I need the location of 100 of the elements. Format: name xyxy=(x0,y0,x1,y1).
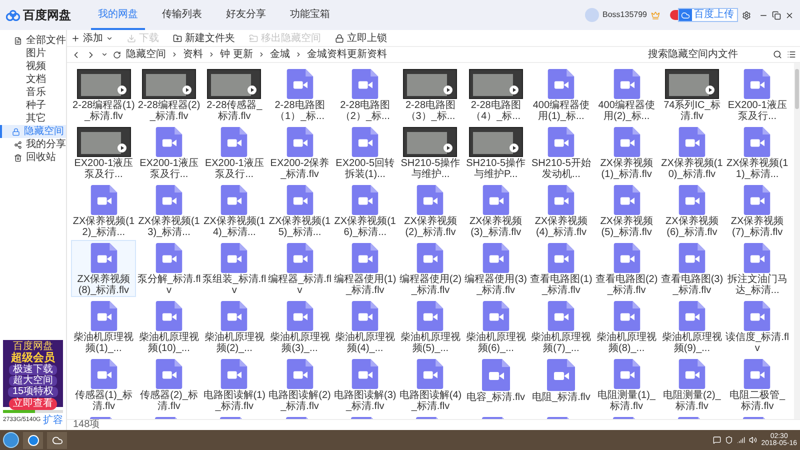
file-item[interactable]: ZX保养视频(16)_标清... xyxy=(332,182,398,239)
start-orb-icon[interactable] xyxy=(3,432,19,448)
file-item[interactable]: 74系列IC_标清.flv xyxy=(659,66,725,123)
volume-icon[interactable] xyxy=(749,436,758,444)
search-field[interactable]: 搜索隐藏空间内文件 xyxy=(648,47,768,62)
file-item[interactable]: SH210-5开始发动机... xyxy=(528,124,594,181)
file-item[interactable]: ZX保养视频(10)_标清.flv xyxy=(659,124,725,181)
file-item[interactable]: SH210-5操作与维护P... xyxy=(463,124,529,181)
nav-tab[interactable]: 好友分享 xyxy=(219,0,273,30)
file-item[interactable]: 2-28编程器(2)_标清.flv xyxy=(136,66,202,123)
sidebar-item[interactable]: 文档 xyxy=(0,73,66,86)
file-item[interactable]: 传感器(2)_标清.flv xyxy=(136,356,202,413)
taskbar-app-icon[interactable] xyxy=(47,432,67,448)
file-item[interactable]: 编程器使用(1)_标清.flv xyxy=(332,240,398,297)
file-item[interactable]: ZX保养视频(7)_标清.flv xyxy=(724,182,790,239)
file-item[interactable]: EX200-5回转拆装(1)... xyxy=(332,124,398,181)
expand-link[interactable]: 扩容 xyxy=(43,413,63,428)
refresh-icon[interactable] xyxy=(113,50,121,58)
file-item[interactable]: EX200-1液压泵及行... xyxy=(202,124,268,181)
file-item[interactable]: 电容_标清.flv xyxy=(463,356,529,413)
file-item[interactable]: ZX保养视频(12)_标清... xyxy=(71,182,136,239)
restore-icon[interactable] xyxy=(772,10,781,20)
file-item[interactable]: ZX保养视频(6)_标清.flv xyxy=(659,182,725,239)
toolbar-button[interactable]: 立即上锁 xyxy=(335,30,387,46)
file-item[interactable]: 查看电路图(3)_标清.flv xyxy=(659,240,725,297)
file-item[interactable]: 电路图读解(1)_标清.flv xyxy=(202,356,268,413)
file-item[interactable]: 查看电路图(1)_标清.flv xyxy=(528,240,594,297)
file-item[interactable]: 电路图读解(3)_标清.flv xyxy=(332,356,398,413)
file-item[interactable]: EX200-1液压泵及行... xyxy=(724,66,790,123)
file-item[interactable]: 2-28电路图（4）_标... xyxy=(463,66,529,123)
signal-icon[interactable] xyxy=(737,436,746,444)
file-item[interactable]: ZX保养视频(5)_标清.flv xyxy=(594,182,660,239)
file-item[interactable]: 2-28电路图（2）_标... xyxy=(332,66,398,123)
toolbar-button[interactable]: 添加 xyxy=(71,30,113,46)
sidebar-item[interactable]: 隐藏空间 xyxy=(0,125,66,138)
ad-banner[interactable]: 百度网盘 超级会员 极速下载 超大空间 15项特权 立即查看 xyxy=(3,340,63,407)
breadcrumb-link[interactable]: 金城 xyxy=(270,47,290,62)
file-item[interactable]: 传感器(1)_标清.flv xyxy=(71,356,136,413)
file-item[interactable]: ZX保养视频(1)_标清.flv xyxy=(594,124,660,181)
file-item[interactable]: 柴油机原理视频(8)_... xyxy=(594,298,660,355)
file-item[interactable]: EX200-1液压泵及行... xyxy=(136,124,202,181)
settings-icon[interactable] xyxy=(742,10,751,20)
file-item[interactable]: 编程器使用(3)_标清.flv xyxy=(463,240,529,297)
file-item[interactable]: 柴油机原理视频(10)_... xyxy=(136,298,202,355)
list-view-icon[interactable] xyxy=(787,50,796,59)
file-item[interactable]: ZX保养视频(3)_标清.flv xyxy=(463,182,529,239)
file-item[interactable]: 400编程器使用(2)_标... xyxy=(594,66,660,123)
file-item[interactable]: 柴油机原理视频(4)_... xyxy=(332,298,398,355)
file-item[interactable]: EX200-2保养_标清.flv xyxy=(267,124,332,181)
file-item[interactable]: 柴油机原理视频(7)_... xyxy=(528,298,594,355)
file-item[interactable]: 拆注文油门马达_标清... xyxy=(724,240,790,297)
file-item[interactable]: 电阻_标清.flv xyxy=(528,356,594,413)
file-item[interactable]: 柴油机原理视频(5)_... xyxy=(398,298,464,355)
file-item[interactable]: 查看电路图(2)_标清.flv xyxy=(594,240,660,297)
sidebar-item[interactable]: 音乐 xyxy=(0,86,66,99)
file-item[interactable]: 电路图读解(2)_标清.flv xyxy=(267,356,332,413)
taskbar-app-icon[interactable] xyxy=(23,432,43,448)
member-pill[interactable] xyxy=(670,10,678,20)
sidebar-item[interactable]: 图片 xyxy=(0,47,66,60)
file-item[interactable]: 2-28传感器_标清.flv xyxy=(202,66,268,123)
file-item[interactable]: 2-28编程器(1)_标清.flv xyxy=(71,66,136,123)
file-item[interactable]: 电阻二极管_标清.flv xyxy=(724,356,790,413)
file-item[interactable]: 柴油机原理视频(1)_... xyxy=(71,298,136,355)
scrollbar[interactable] xyxy=(794,63,800,419)
file-item[interactable]: EX200-1液压泵及行... xyxy=(71,124,136,181)
toolbar-button[interactable]: 新建文件夹 xyxy=(173,30,235,46)
file-item[interactable]: 2-28电路图（1）_标... xyxy=(267,66,332,123)
ad-view-button[interactable]: 立即查看 xyxy=(9,398,57,410)
breadcrumb-link[interactable]: 钟 更新 xyxy=(220,47,253,62)
search-icon[interactable] xyxy=(773,50,782,59)
close-icon[interactable] xyxy=(785,10,794,20)
breadcrumb-link[interactable]: 金城资料更新资料 xyxy=(306,47,387,62)
breadcrumb-link[interactable]: 隐藏空间 xyxy=(126,47,166,62)
file-item[interactable]: 柴油机原理视频(3)_... xyxy=(267,298,332,355)
file-item[interactable]: 泵组装_标清.flv xyxy=(202,240,268,297)
file-item[interactable]: ZX保养视频(2)_标清.flv xyxy=(398,182,464,239)
file-item[interactable]: 泵分解_标清.flv xyxy=(136,240,202,297)
nav-tab[interactable]: 我的网盘 xyxy=(91,0,145,30)
file-item[interactable]: 柴油机原理视频(6)_... xyxy=(463,298,529,355)
file-item[interactable]: 柴油机原理视频(9)_... xyxy=(659,298,725,355)
nav-tab[interactable]: 传输列表 xyxy=(155,0,209,30)
nav-tab[interactable]: 功能宝箱 xyxy=(283,0,337,30)
chat-icon[interactable] xyxy=(713,436,722,444)
file-item[interactable]: SH210-5操作与维护... xyxy=(398,124,464,181)
user-name[interactable]: Boss135799 xyxy=(602,9,647,21)
shield-icon[interactable] xyxy=(725,436,734,444)
sidebar-item[interactable]: 回收站 xyxy=(0,151,66,164)
sidebar-item[interactable]: 全部文件 xyxy=(0,34,66,47)
upload-tooltip[interactable]: 百度上传 xyxy=(678,8,738,22)
file-item[interactable]: 电阻测量(2)_标清.flv xyxy=(659,356,725,413)
sidebar-item[interactable]: 种子 xyxy=(0,99,66,112)
file-item[interactable]: 400编程器使用(1)_标... xyxy=(528,66,594,123)
file-item[interactable]: ZX保养视频(11)_标清... xyxy=(724,124,790,181)
file-item[interactable]: ZX保养视频(8)_标清.flv xyxy=(71,240,136,297)
file-item[interactable]: 电阻测量(1)_标清.flv xyxy=(594,356,660,413)
file-item[interactable]: ZX保养视频(15)_标清... xyxy=(267,182,332,239)
sidebar-item[interactable]: 视频 xyxy=(0,60,66,73)
sidebar-item[interactable]: 我的分享 xyxy=(0,138,66,151)
dropdown-icon[interactable] xyxy=(101,51,108,58)
file-item[interactable]: 编程器使用(2)_标清.flv xyxy=(398,240,464,297)
